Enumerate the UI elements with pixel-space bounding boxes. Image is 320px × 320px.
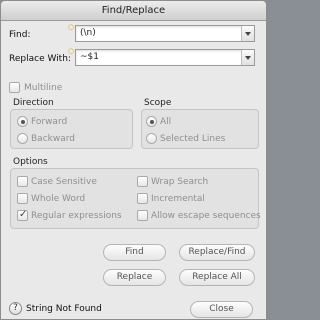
selected-lines-radio[interactable] [146, 133, 157, 144]
backward-radio[interactable] [17, 133, 28, 144]
find-button[interactable]: Find [103, 244, 166, 261]
wrap-search-label: Wrap Search [151, 177, 209, 187]
find-combo[interactable]: (\n) [75, 25, 255, 42]
whole-word-checkbox[interactable] [17, 193, 28, 204]
window-title: Find/Replace [1, 1, 266, 21]
content-assist-icon: ○ [68, 23, 75, 31]
content-assist-icon: ○ [68, 47, 75, 55]
replace-button[interactable]: Replace [103, 269, 166, 286]
allow-escape-sequences-checkbox[interactable] [137, 210, 148, 221]
scope-all-label: All [160, 117, 172, 127]
whole-word-label: Whole Word [31, 194, 86, 204]
regular-expressions-label: Regular expressions [31, 211, 122, 221]
options-heading: Options [13, 157, 48, 167]
replace-label: Replace With: [9, 54, 71, 64]
regular-expressions-checkbox[interactable] [17, 209, 28, 221]
replace-find-button[interactable]: Replace/Find [179, 244, 255, 261]
allow-escape-sequences-label: Allow escape sequences [151, 211, 261, 221]
backward-label: Backward [31, 134, 75, 144]
chevron-down-icon[interactable] [241, 26, 254, 41]
direction-heading: Direction [13, 98, 54, 108]
forward-label: Forward [31, 117, 68, 127]
status-message: String Not Found [26, 304, 102, 314]
wrap-search-checkbox[interactable] [137, 176, 148, 187]
multiline-label: Multiline [24, 83, 63, 93]
case-sensitive-label: Case Sensitive [31, 177, 97, 187]
replace-input[interactable]: ~$1 [80, 52, 99, 62]
scope-heading: Scope [144, 98, 172, 108]
close-button[interactable]: Close [190, 301, 253, 318]
find-label: Find: [9, 30, 31, 40]
case-sensitive-checkbox[interactable] [17, 176, 28, 187]
chevron-down-icon[interactable] [241, 50, 254, 65]
find-replace-dialog: Find/Replace Find: ○ (\n) Replace With: … [0, 0, 267, 320]
multiline-checkbox[interactable] [9, 82, 20, 93]
help-icon[interactable]: ? [9, 302, 22, 315]
incremental-checkbox[interactable] [137, 193, 148, 204]
replace-all-button[interactable]: Replace All [179, 269, 255, 286]
selected-lines-label: Selected Lines [160, 134, 226, 144]
find-input[interactable]: (\n) [80, 28, 96, 38]
scope-all-radio[interactable] [146, 116, 157, 127]
incremental-label: Incremental [151, 194, 205, 204]
replace-combo[interactable]: ~$1 [75, 49, 255, 66]
forward-radio[interactable] [17, 116, 28, 127]
